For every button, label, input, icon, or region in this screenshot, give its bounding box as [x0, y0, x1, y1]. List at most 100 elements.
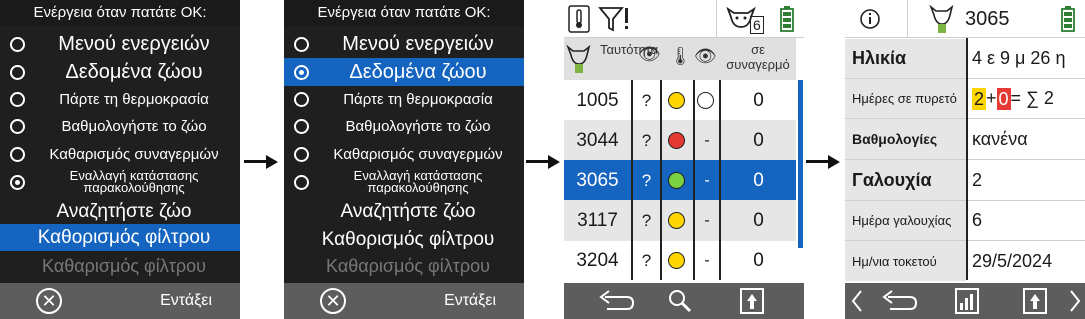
menu-item-clear-filter[interactable]: Καθαρισμός φίλτρου [284, 253, 524, 279]
bottom-bar [564, 283, 804, 319]
menu-item-animal-data[interactable]: Δεδομένα ζώου [284, 58, 524, 86]
watch-off-icon [697, 92, 714, 109]
menu-item-search-animal[interactable]: Αναζητήστε ζώο [284, 198, 524, 224]
menu-item-clear-alarms[interactable]: Καθαρισμός συναγερμών [284, 140, 524, 168]
watch-cell: - [704, 252, 710, 269]
animal-id-cell: 1005 [576, 90, 619, 111]
filter-alert-icon[interactable] [596, 0, 634, 38]
table-row[interactable]: 3044? - 0 [564, 120, 796, 161]
info-icon[interactable] [855, 0, 885, 38]
watch-cell: - [704, 172, 710, 189]
label-scores: Βαθμολογίες [845, 119, 966, 159]
menu-item-clear-alarms[interactable]: Καθαρισμός συναγερμών [0, 140, 240, 168]
radio-icon[interactable] [294, 146, 309, 162]
radio-icon[interactable] [294, 36, 309, 52]
herd-count-icon: 6 [718, 0, 768, 38]
cancel-icon[interactable]: ✕ [36, 288, 62, 314]
column-header-alarms[interactable]: σε συναγερμό [722, 42, 794, 72]
status-red-icon [668, 132, 685, 149]
menu-screen-1: Ενέργεια όταν πατάτε OK: Μενού ενεργειών… [0, 0, 240, 319]
row-calving-date: Ημ/νια τοκετού 29/5/2024 [845, 241, 1085, 281]
unknown-cell: ? [641, 171, 652, 190]
search-icon[interactable] [660, 283, 700, 319]
ok-button[interactable]: Εντάξει [160, 292, 212, 310]
table-row[interactable]: 3204? - 0 [564, 240, 796, 281]
thermometer-list-icon[interactable] [566, 0, 592, 38]
animal-id-cell: 3044 [576, 130, 619, 151]
bottom-bar [845, 283, 1085, 319]
unknown-cell: ? [641, 211, 652, 230]
radio-icon[interactable] [10, 64, 25, 80]
value-calving-date: 29/5/2024 [972, 250, 1053, 271]
menu-item-toggle-monitoring[interactable]: Εναλλαγή κατάστασης παρακολούθησης [0, 168, 240, 196]
table-row[interactable]: 3117? - 0 [564, 200, 796, 241]
radio-icon[interactable] [294, 118, 309, 134]
row-scores: Βαθμολογίες κανένα [845, 119, 1085, 160]
value-lactation: 2 [972, 169, 983, 190]
radio-checked-icon[interactable] [10, 174, 25, 190]
cow-icon [566, 44, 591, 73]
menu-item-clear-filter[interactable]: Καθαρισμός φίλτρου [0, 253, 240, 279]
menu-title: Ενέργεια όταν πατάτε OK: [284, 0, 524, 26]
cancel-icon[interactable]: ✕ [320, 288, 346, 314]
menu-item-search-animal[interactable]: Αναζητήστε ζώο [0, 198, 240, 224]
fever-count-b: 0 [996, 87, 1011, 110]
radio-icon[interactable] [294, 91, 309, 107]
eye-icon: 👁 [638, 44, 661, 64]
status-yellow-icon [668, 212, 685, 229]
radio-icon[interactable] [10, 118, 25, 134]
menu-item-score-animal[interactable]: Βαθμολογήστε το ζώο [0, 112, 240, 140]
alarm-count-cell: 0 [753, 250, 764, 271]
radio-icon[interactable] [10, 146, 25, 162]
arrow-icon [806, 155, 840, 169]
unknown-cell: ? [641, 91, 652, 110]
back-icon[interactable] [592, 283, 642, 319]
label-age: Ηλικία [845, 39, 966, 78]
radio-icon[interactable] [10, 91, 25, 107]
chevron-left-icon[interactable] [847, 283, 867, 319]
menu-item-score-animal[interactable]: Βαθμολογήστε το ζώο [284, 112, 524, 140]
menu-item-toggle-monitoring[interactable]: Εναλλαγή κατάστασης παρακολούθησης [284, 168, 524, 196]
eye-watch-icon: 👁 [694, 46, 717, 66]
menu-item-set-filter[interactable]: Καθορισμός φίλτρου [0, 224, 240, 251]
menu-item-take-temperature[interactable]: Πάρτε τη θερμοκρασία [284, 86, 524, 112]
radio-icon[interactable] [294, 174, 309, 190]
menu-item-animal-data[interactable]: Δεδομένα ζώου [0, 58, 240, 86]
status-yellow-icon [668, 92, 685, 109]
row-lactation-day: Ημέρα γαλουχίας 6 [845, 201, 1085, 241]
menu-item-take-temperature[interactable]: Πάρτε τη θερμοκρασία [0, 86, 240, 112]
bottom-bar: ✕ Εντάξει [284, 283, 524, 319]
label-fever-days: Ημέρες σε πυρετό [845, 79, 966, 118]
herd-count: 6 [750, 16, 764, 34]
action-menu-icon[interactable] [1017, 283, 1053, 319]
status-green-icon [668, 172, 685, 189]
action-menu-icon[interactable] [732, 283, 772, 319]
status-yellow-icon [668, 252, 685, 269]
battery-icon [776, 0, 798, 38]
radio-icon[interactable] [10, 36, 25, 52]
scrollbar[interactable] [797, 80, 804, 280]
back-icon[interactable] [875, 283, 925, 319]
menu-screen-2: Ενέργεια όταν πατάτε OK: Μενού ενεργειών… [284, 0, 524, 319]
label-lactation-day: Ημέρα γαλουχίας [845, 201, 966, 240]
chart-icon[interactable] [949, 283, 985, 319]
radio-checked-icon[interactable] [294, 64, 309, 80]
animal-id-cell: 3117 [577, 210, 618, 231]
column-header-id[interactable]: Ταυτότητα [600, 42, 658, 57]
animal-list-screen: 6 Ταυτότητα 👁 🌡 👁 σε συναγερμό 1005? 0 304… [564, 0, 804, 319]
table-row[interactable]: 1005? 0 [564, 80, 796, 121]
value-age: 4 ε 9 μ 26 η [972, 48, 1066, 68]
list-header: Ταυτότητα 👁 🌡 👁 σε συναγερμό [564, 38, 796, 80]
table-row[interactable]: 3065? - 0 [564, 160, 796, 201]
ok-button[interactable]: Εντάξει [444, 292, 496, 310]
row-fever-days: Ημέρες σε πυρετό 2 + 0 = ∑ 2 [845, 79, 1085, 119]
watch-cell: - [704, 132, 710, 149]
fever-count-a: 2 [972, 87, 987, 110]
chevron-right-icon[interactable] [1065, 283, 1085, 319]
alarm-count-cell: 0 [753, 130, 764, 151]
animal-id-cell: 3065 [576, 170, 619, 191]
animal-id: 3065 [965, 8, 1010, 30]
menu-item-set-filter[interactable]: Καθορισμός φίλτρου [284, 226, 524, 253]
menu-item-action-menu[interactable]: Μενού ενεργειών [0, 30, 240, 58]
menu-item-action-menu[interactable]: Μενού ενεργειών [284, 30, 524, 58]
